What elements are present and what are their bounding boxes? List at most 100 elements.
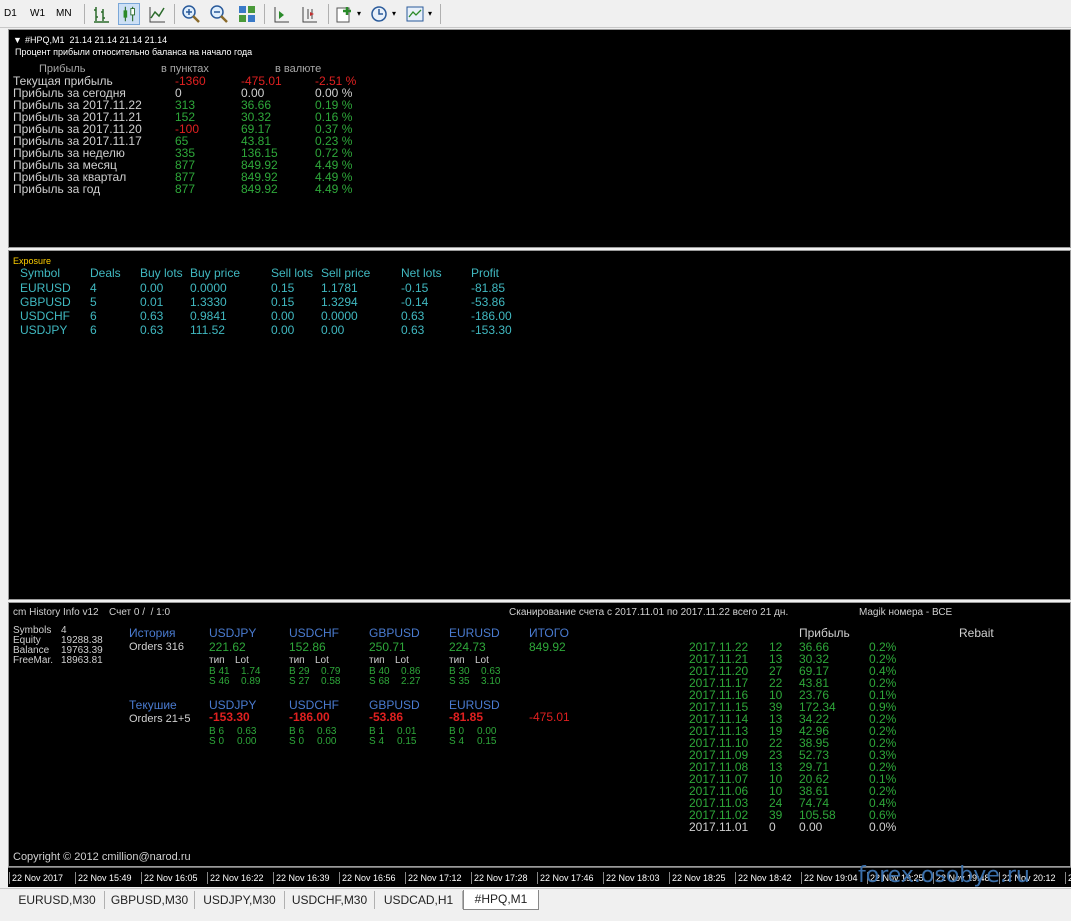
- exposure-cell: 0.15: [271, 295, 295, 309]
- chevron-down-icon[interactable]: ▾: [392, 4, 396, 24]
- period-w1-button[interactable]: W1: [30, 4, 45, 24]
- exposure-cell: -153.30: [471, 323, 512, 337]
- period-d1-button[interactable]: D1: [4, 4, 17, 24]
- chart-tab[interactable]: GBPUSD,M30: [105, 891, 195, 909]
- bar-chart-icon[interactable]: [90, 3, 112, 25]
- chevron-down-icon[interactable]: ▾: [428, 4, 432, 24]
- profit-header: Прибыль: [799, 626, 850, 640]
- auto-scroll-icon[interactable]: [270, 3, 292, 25]
- collapse-icon[interactable]: ▼: [13, 34, 22, 46]
- exposure-header: Symbol: [20, 266, 61, 280]
- exposure-cell: 0.15: [271, 281, 295, 295]
- exposure-symbol: EURUSD: [20, 281, 71, 295]
- history-sell-lot: 0.89: [241, 676, 261, 687]
- time-tick: 22 Nov 18:42: [735, 872, 792, 884]
- daily-cell: 0: [769, 820, 776, 834]
- chart-tab[interactable]: USDJPY,M30: [195, 891, 285, 909]
- zoom-in-icon[interactable]: [180, 3, 202, 25]
- history-sell-lot: 2.27: [401, 676, 421, 687]
- current-profit: -186.00: [289, 710, 330, 724]
- exposure-cell: -53.86: [471, 295, 506, 309]
- exposure-cell: -0.15: [401, 281, 429, 295]
- current-sell-lot: 0.15: [397, 736, 417, 747]
- total-value: 849.92: [529, 640, 566, 654]
- chart-tab[interactable]: USDCAD,H1: [375, 891, 463, 909]
- history-sell-lot: 3.10: [481, 676, 501, 687]
- time-tick: 22 Nov 17:46: [537, 872, 594, 884]
- periods-icon[interactable]: [368, 3, 390, 25]
- chevron-down-icon[interactable]: ▾: [357, 4, 361, 24]
- current-sell: S 4: [449, 736, 465, 747]
- exposure-cell: 4: [90, 281, 97, 295]
- tile-windows-icon[interactable]: [236, 3, 258, 25]
- history-label: История: [129, 626, 176, 640]
- chart-shift-icon[interactable]: [298, 3, 320, 25]
- history-profit: 250.71: [369, 640, 406, 654]
- zoom-out-icon[interactable]: [208, 3, 230, 25]
- current-sell: S 0: [209, 736, 225, 747]
- exposure-cell: 0.00: [140, 281, 164, 295]
- exposure-cell: 0.63: [140, 309, 164, 323]
- exposure-cell: 0.63: [401, 323, 425, 337]
- line-chart-icon[interactable]: [146, 3, 168, 25]
- indicators-icon[interactable]: [334, 3, 356, 25]
- current-sell-lot: 0.00: [237, 736, 257, 747]
- exposure-header: Buy price: [190, 266, 241, 280]
- exposure-cell: -0.14: [401, 295, 429, 309]
- magic-info: Magik номера - ВСЕ: [859, 607, 953, 618]
- time-tick: 22 Nov 2017: [9, 872, 63, 884]
- history-symbol: USDCHF: [289, 626, 339, 640]
- stat-label: FreeMar.: [13, 655, 54, 666]
- history-symbol: GBPUSD: [369, 626, 420, 640]
- time-tick: 22 Nov 15:49: [75, 872, 132, 884]
- exposure-panel[interactable]: Exposure Symbol Deals Buy lots Buy price Sel…: [8, 250, 1071, 600]
- templates-icon[interactable]: [404, 3, 426, 25]
- history-info-title: cm History Info v12: [13, 607, 99, 618]
- exposure-cell: 6: [90, 309, 97, 323]
- profit-row-label: Прибыль за год: [13, 182, 101, 196]
- current-sell: S 0: [289, 736, 305, 747]
- exposure-header: Net lots: [401, 266, 442, 280]
- current-profit: -81.85: [449, 710, 484, 724]
- history-symbol: EURUSD: [449, 626, 500, 640]
- exposure-cell: 0.00: [271, 309, 295, 323]
- history-sell: S 46: [209, 676, 230, 687]
- account-info: Счет 0 / / 1:0: [109, 607, 171, 618]
- exposure-cell: 0.00: [321, 323, 345, 337]
- chart-tab[interactable]: USDCHF,M30: [285, 891, 375, 909]
- chart-title: #HPQ,M1 21.14 21.14 21.14 21.14: [25, 35, 168, 45]
- exposure-header: Deals: [90, 266, 121, 280]
- exposure-header: Sell lots: [271, 266, 314, 280]
- current-sell-lot: 0.00: [317, 736, 337, 747]
- time-tick: 22 Nov 16:39: [273, 872, 330, 884]
- history-orders: Orders 316: [129, 641, 185, 653]
- candlestick-icon[interactable]: [118, 3, 140, 25]
- stat-value: 18963.81: [61, 655, 103, 666]
- daily-cell: 0.00: [799, 820, 823, 834]
- rebait-header: Rebait: [959, 626, 994, 640]
- exposure-cell: 5: [90, 295, 97, 309]
- exposure-cell: 111.52: [190, 323, 225, 337]
- chart-tab[interactable]: #HPQ,M1: [463, 890, 539, 910]
- chart-tabs: EURUSD,M30 GBPUSD,M30 USDJPY,M30 USDCHF,M30…: [0, 888, 1071, 921]
- period-mn-button[interactable]: MN: [56, 4, 72, 24]
- history-profit: 152.86: [289, 640, 326, 654]
- time-tick: 22 Nov 16:56: [339, 872, 396, 884]
- history-sell: S 27: [289, 676, 310, 687]
- exposure-cell: 1.1781: [321, 281, 358, 295]
- toolbar-separator: [264, 4, 265, 24]
- current-orders: Orders 21+5: [129, 713, 191, 725]
- daily-date: 2017.11.01: [689, 820, 749, 834]
- chart-tab[interactable]: EURUSD,M30: [10, 891, 105, 909]
- history-sell: S 68: [369, 676, 390, 687]
- exposure-cell: 0.63: [401, 309, 425, 323]
- chart-subtitle: Процент прибыли относительно баланса на …: [15, 47, 253, 57]
- watermark: forex.osobye.ru: [858, 863, 1030, 888]
- exposure-header: Sell price: [321, 266, 371, 280]
- exposure-cell: 0.01: [140, 295, 164, 309]
- chart-panel-hpq[interactable]: ▼ #HPQ,M1 21.14 21.14 21.14 21.14 Процен…: [8, 29, 1071, 248]
- history-info-panel[interactable]: cm History Info v12 Счет 0 / / 1:0 Скани…: [8, 602, 1071, 867]
- exposure-symbol: USDJPY: [20, 323, 68, 337]
- current-sell-lot: 0.15: [477, 736, 497, 747]
- current-profit: -153.30: [209, 710, 250, 724]
